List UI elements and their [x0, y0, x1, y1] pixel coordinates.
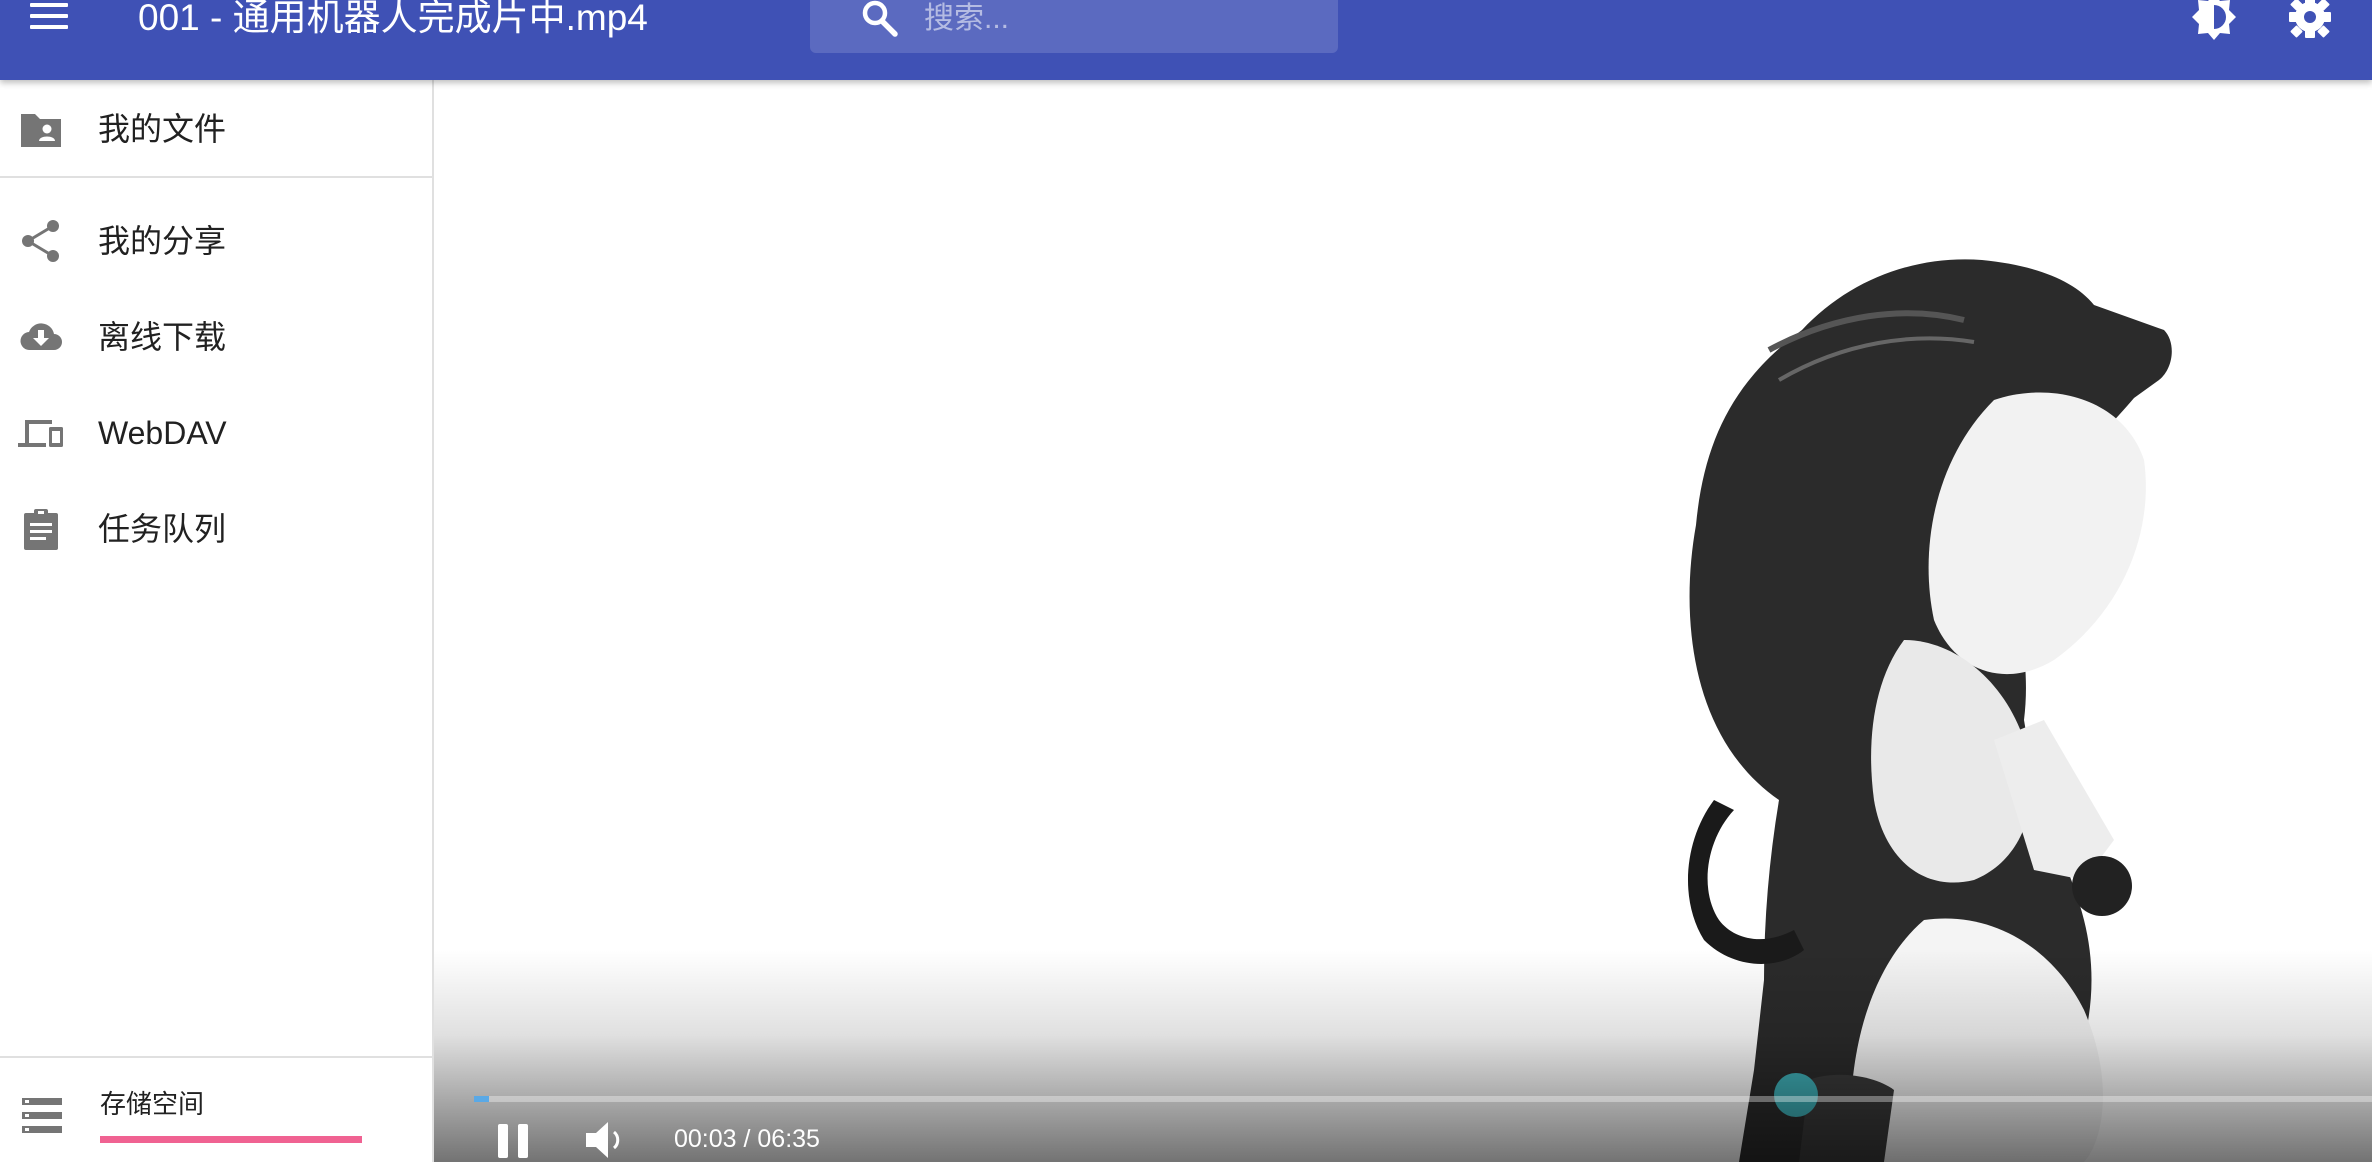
- sidebar-item-label: 离线下载: [98, 319, 227, 355]
- brightness-icon[interactable]: [2190, 0, 2238, 40]
- devices-icon: [18, 420, 63, 447]
- page-title: 001 - 通用机器人完成片中.mp4: [138, 0, 648, 38]
- gear-icon[interactable]: [2286, 0, 2334, 40]
- search-box[interactable]: [810, 0, 1338, 53]
- sidebar-item-label: WebDAV: [98, 415, 227, 451]
- menu-icon[interactable]: [26, 0, 74, 36]
- sidebar-item-label: 我的分享: [98, 223, 227, 259]
- app-bar: 001 - 通用机器人完成片中.mp4: [0, 0, 2372, 80]
- time-display: 00:03 / 06:35: [674, 1125, 820, 1153]
- folder-shared-icon: [21, 114, 61, 147]
- search-input[interactable]: [922, 0, 1326, 42]
- seek-bar-fill: [474, 1096, 490, 1102]
- sidebar-item-offline-download[interactable]: 离线下载: [0, 295, 432, 379]
- storage-label: 存储空间: [100, 1089, 205, 1119]
- cloud-download-icon: [20, 323, 62, 351]
- sidebar-item-webdav[interactable]: WebDAV: [0, 391, 432, 475]
- share-icon: [22, 220, 59, 262]
- divider: [0, 176, 432, 178]
- storage-icon: [22, 1098, 62, 1133]
- sidebar-item-my-shares[interactable]: 我的分享: [0, 199, 432, 283]
- sidebar-item-label: 我的文件: [98, 111, 227, 147]
- storage-usage-fill: [100, 1136, 362, 1143]
- storage-panel: 存储空间: [0, 1056, 432, 1164]
- pause-icon[interactable]: [494, 1118, 534, 1162]
- search-icon[interactable]: [860, 0, 900, 38]
- seek-bar[interactable]: [474, 1096, 2372, 1102]
- volume-icon[interactable]: [584, 1120, 628, 1160]
- storage-usage-bar: [100, 1136, 362, 1143]
- sidebar: 我的文件 我的分享 离线下载 WebDAV 任务队列 存储空间: [0, 80, 434, 1162]
- sidebar-item-task-queue[interactable]: 任务队列: [0, 487, 432, 571]
- sidebar-item-my-files[interactable]: 我的文件: [0, 87, 432, 171]
- sidebar-item-label: 任务队列: [98, 511, 227, 547]
- video-player[interactable]: 00:03 / 06:35: [434, 80, 2372, 1162]
- clipboard-icon: [24, 509, 58, 550]
